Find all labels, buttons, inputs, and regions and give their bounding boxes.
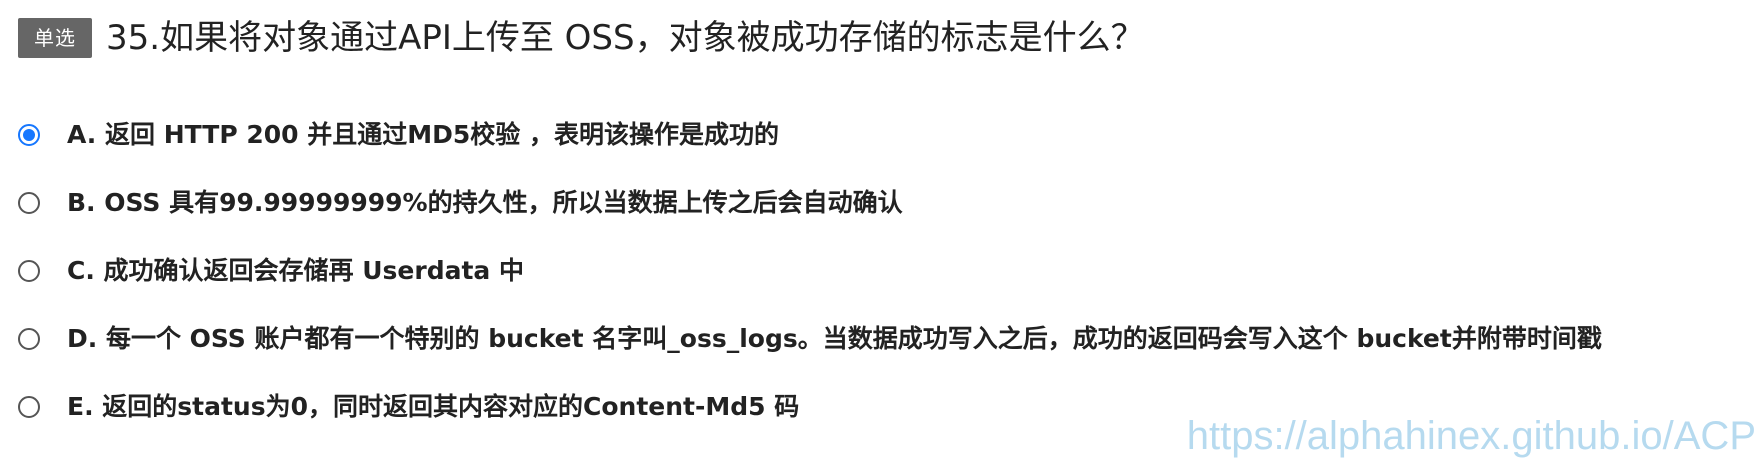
- option-label: C. 成功确认返回会存储再 Userdata 中: [67, 256, 525, 285]
- question-header: 单选 35.如果将对象通过API上传至 OSS，对象被成功存储的标志是什么？: [18, 18, 1145, 58]
- question-type-badge: 单选: [18, 18, 92, 58]
- option-c[interactable]: C. 成功确认返回会存储再 Userdata 中: [18, 249, 1602, 317]
- option-a[interactable]: A. 返回 HTTP 200 并且通过MD5校验 ，表明该操作是成功的: [18, 113, 1602, 181]
- radio-button[interactable]: [18, 260, 40, 282]
- radio-button[interactable]: [18, 328, 40, 350]
- radio-button[interactable]: [18, 192, 40, 214]
- option-label: B. OSS 具有99.99999999%的持久性，所以当数据上传之后会自动确认: [67, 188, 903, 217]
- option-d[interactable]: D. 每一个 OSS 账户都有一个特别的 bucket 名字叫_oss_logs…: [18, 317, 1602, 385]
- option-b[interactable]: B. OSS 具有99.99999999%的持久性，所以当数据上传之后会自动确认: [18, 181, 1602, 249]
- radio-button[interactable]: [18, 396, 40, 418]
- url-watermark: https://alphahinex.github.io/ACP: [1186, 414, 1756, 458]
- answer-options: A. 返回 HTTP 200 并且通过MD5校验 ，表明该操作是成功的 B. O…: [18, 113, 1602, 453]
- option-label: A. 返回 HTTP 200 并且通过MD5校验 ，表明该操作是成功的: [67, 120, 779, 149]
- radio-button-selected[interactable]: [18, 124, 40, 146]
- option-label: D. 每一个 OSS 账户都有一个特别的 bucket 名字叫_oss_logs…: [67, 324, 1602, 353]
- question-text: 35.如果将对象通过API上传至 OSS，对象被成功存储的标志是什么？: [106, 18, 1145, 58]
- option-label: E. 返回的status为0，同时返回其内容对应的Content-Md5 码: [67, 392, 800, 421]
